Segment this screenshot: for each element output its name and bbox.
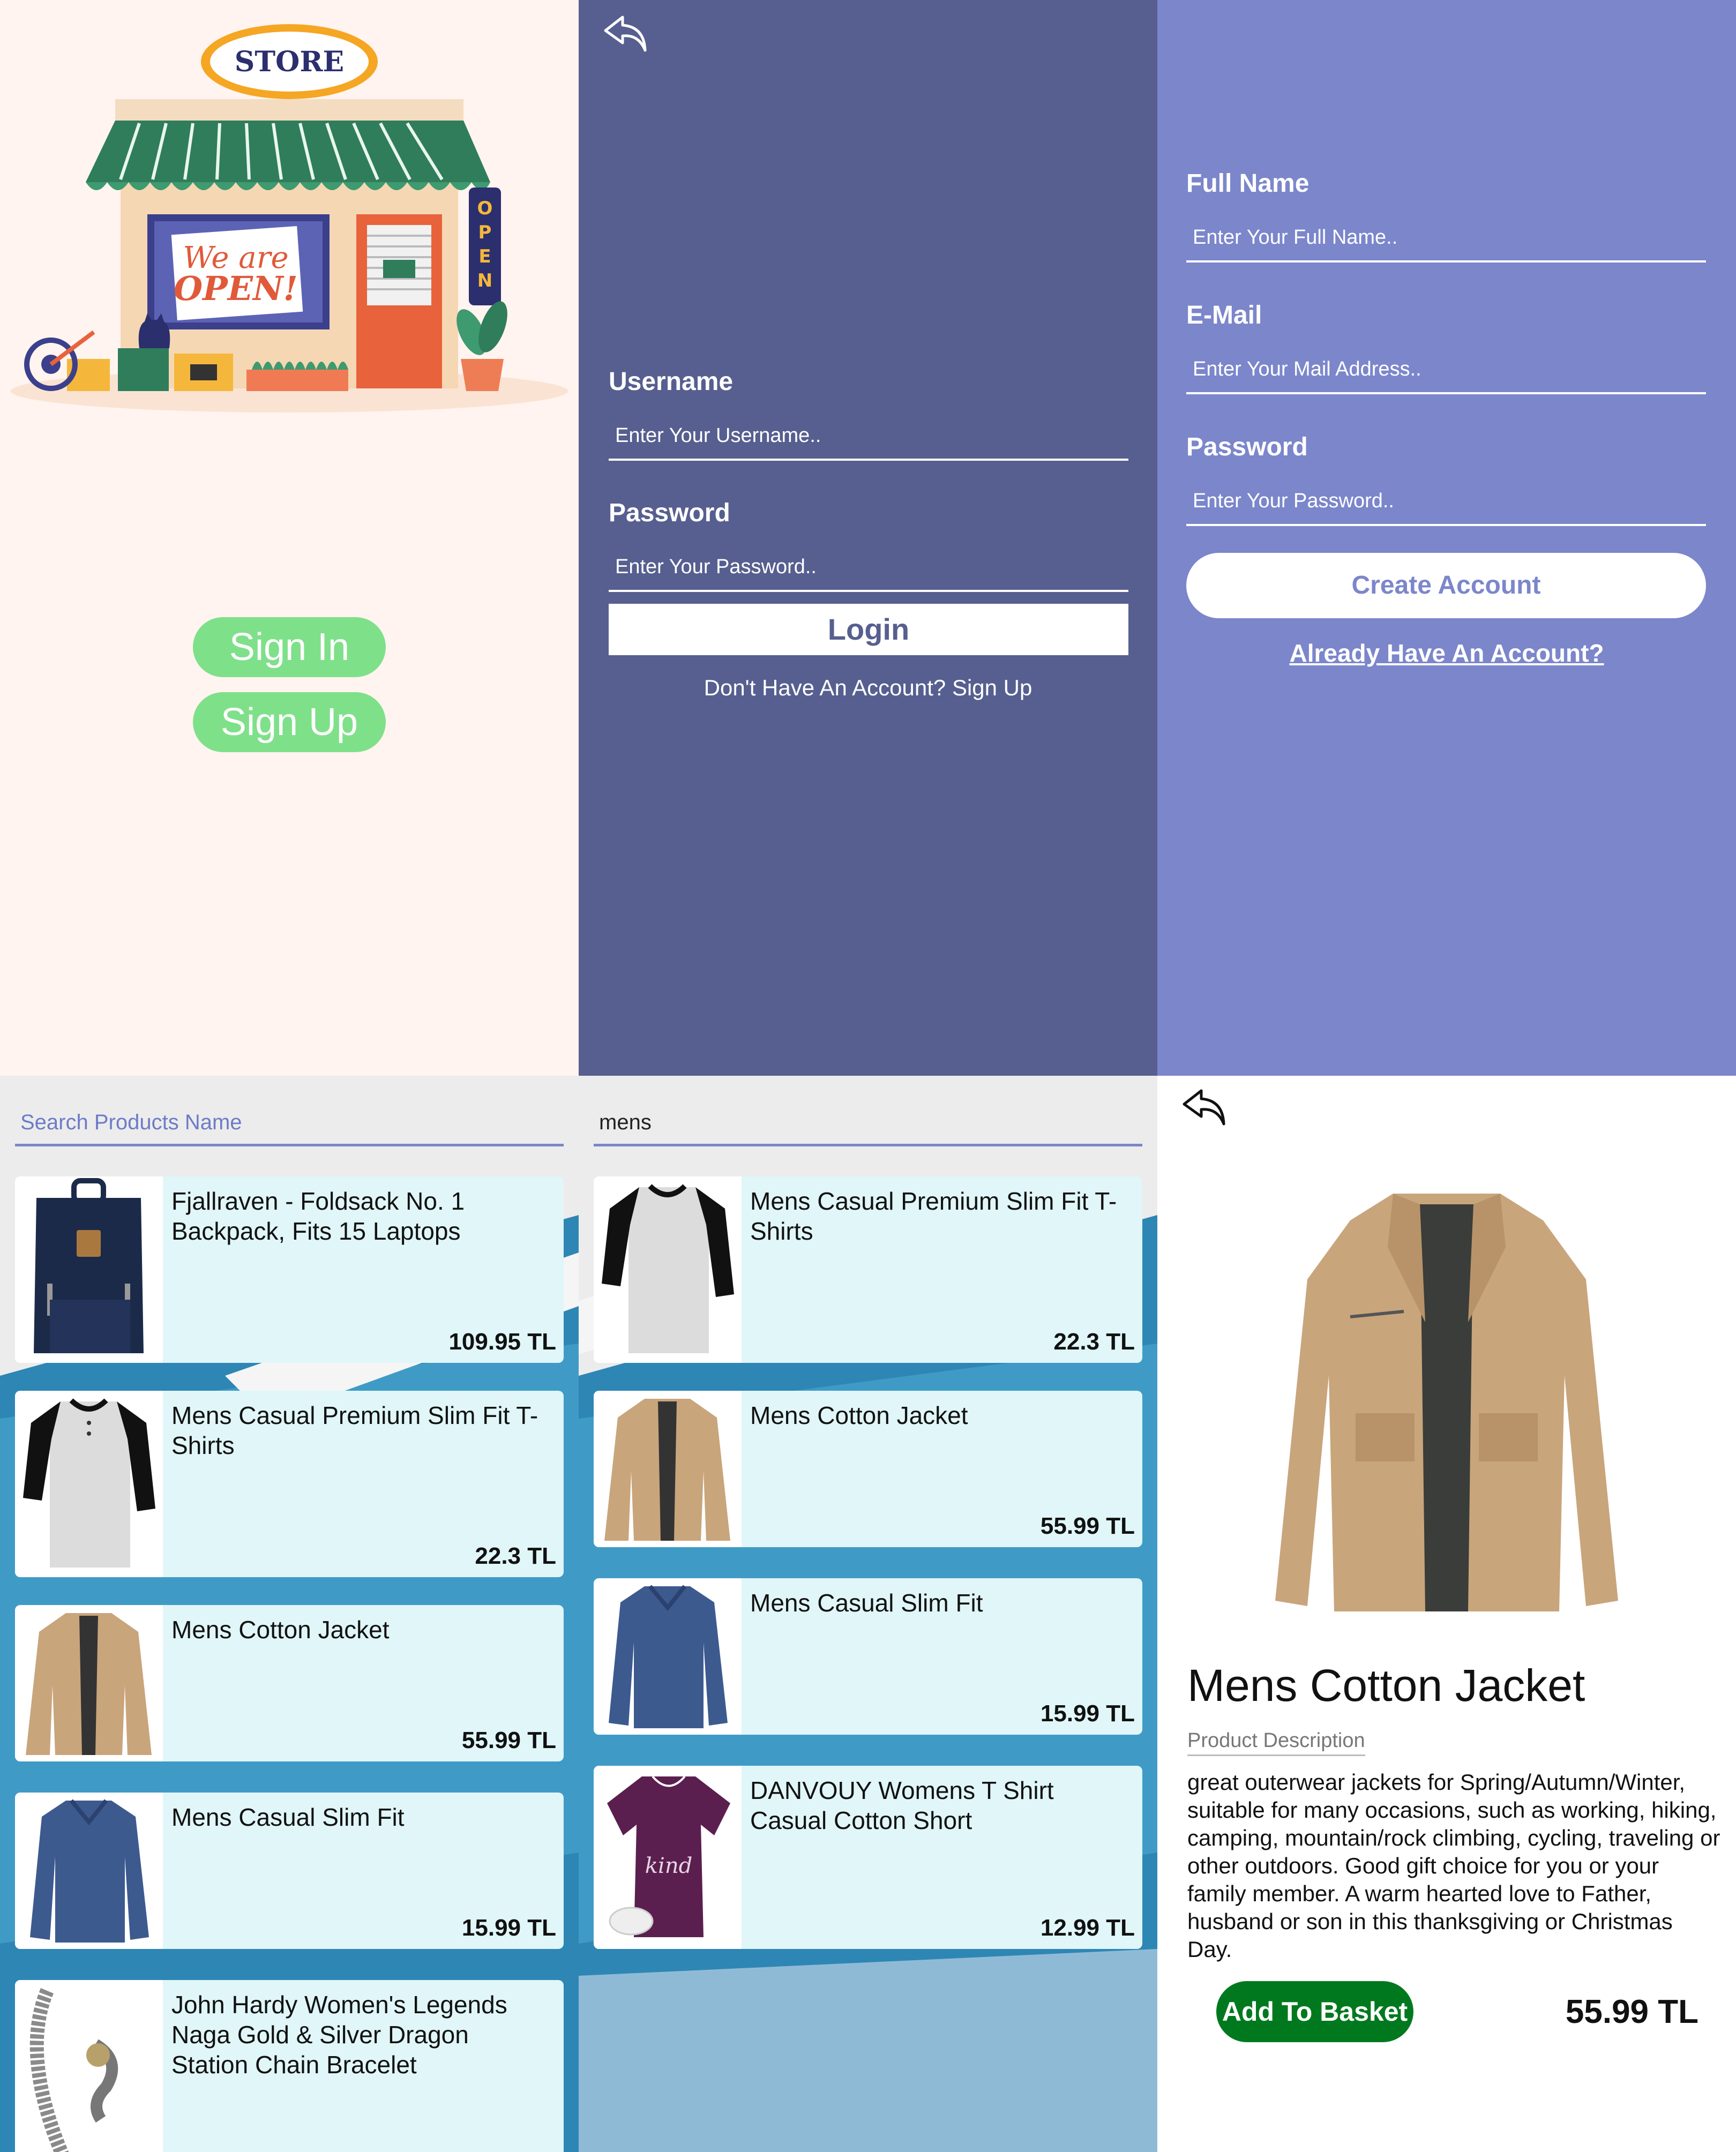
back-arrow-icon[interactable] xyxy=(601,12,649,55)
product-title: Mens Casual Slim Fit xyxy=(750,1589,983,1617)
product-card[interactable]: Mens Casual Slim Fit 15.99 TL xyxy=(15,1793,564,1949)
product-price: 55.99 TL xyxy=(461,1727,556,1753)
password-label: Password xyxy=(1186,433,1308,461)
signup-link[interactable]: Don't Have An Account? Sign Up xyxy=(579,675,1157,701)
sign-in-button[interactable]: Sign In xyxy=(193,617,386,677)
store-sign-text: STORE xyxy=(235,46,344,78)
back-arrow-icon[interactable] xyxy=(1180,1085,1228,1128)
store-illustration: We are OPEN! O P E N STORE xyxy=(11,24,568,413)
product-card[interactable]: Mens Casual Premium Slim Fit T-Shirts 22… xyxy=(15,1391,564,1577)
product-card[interactable]: Mens Cotton Jacket 55.99 TL xyxy=(594,1391,1142,1547)
product-price: 22.3 TL xyxy=(475,1543,556,1569)
product-card[interactable]: kind DANVOUY Womens T Shirt Casual Cotto… xyxy=(594,1766,1142,1949)
sign-up-button[interactable]: Sign Up xyxy=(193,692,386,752)
login-screen: Username Password Login Don't Have An Ac… xyxy=(579,0,1157,1076)
create-account-button[interactable]: Create Account xyxy=(1186,553,1706,618)
product-card[interactable]: Mens Casual Premium Slim Fit T-Shirts 22… xyxy=(594,1176,1142,1363)
username-label: Username xyxy=(609,368,734,396)
product-title: DANVOUY Womens T Shirt Casual Cotton Sho… xyxy=(750,1776,1054,1834)
fullname-input[interactable] xyxy=(1186,214,1706,263)
svg-text:O: O xyxy=(477,198,493,219)
product-card[interactable]: Mens Cotton Jacket 55.99 TL xyxy=(15,1605,564,1761)
svg-text:E: E xyxy=(478,246,491,267)
svg-text:N: N xyxy=(477,270,492,291)
product-card[interactable]: Fjallraven - Foldsack No. 1 Backpack, Fi… xyxy=(15,1176,564,1363)
product-title: Mens Casual Premium Slim Fit T-Shirts xyxy=(750,1187,1117,1245)
username-input[interactable] xyxy=(609,413,1128,461)
blue-shirt-thumbnail xyxy=(15,1793,163,1949)
add-to-basket-button[interactable]: Add To Basket xyxy=(1216,1981,1413,2042)
product-price: 22.3 TL xyxy=(1053,1329,1135,1355)
welcome-screen: We are OPEN! O P E N STORE Sign In Sign … xyxy=(0,0,579,1076)
product-title: Mens Casual Slim Fit xyxy=(171,1803,405,1831)
product-title: Fjallraven - Foldsack No. 1 Backpack, Fi… xyxy=(171,1187,465,1245)
svg-text:kind: kind xyxy=(645,1854,692,1878)
register-screen: Full Name E-Mail Password Create Account… xyxy=(1157,0,1736,1076)
description-label: Product Description xyxy=(1187,1729,1365,1756)
product-title: Mens Cotton Jacket xyxy=(750,1401,968,1429)
jacket-image xyxy=(1275,1194,1618,1611)
product-price: 55.99 TL xyxy=(1565,1993,1698,2030)
search-input[interactable]: Search Products Name xyxy=(15,1098,564,1146)
product-title: Mens Cotton Jacket xyxy=(171,1616,390,1644)
window-sign-line2: OPEN! xyxy=(174,269,298,308)
raglan-shirt-thumbnail xyxy=(15,1391,163,1577)
product-title: Mens Casual Premium Slim Fit T-Shirts xyxy=(171,1401,538,1459)
login-link[interactable]: Already Have An Account? xyxy=(1157,639,1736,668)
product-card[interactable]: Mens Casual Slim Fit 15.99 TL xyxy=(594,1578,1142,1735)
product-price: 12.99 TL xyxy=(1040,1915,1135,1941)
password-input[interactable] xyxy=(609,544,1128,592)
login-button[interactable]: Login xyxy=(609,604,1128,655)
password-label: Password xyxy=(609,499,730,527)
raglan-shirt-thumbnail xyxy=(594,1176,742,1363)
product-price: 109.95 TL xyxy=(448,1329,556,1355)
product-description: great outerwear jackets for Spring/Autum… xyxy=(1187,1769,1720,1962)
backpack-thumbnail xyxy=(15,1176,163,1363)
purple-shirt-thumbnail: kind xyxy=(594,1766,742,1949)
search-results-screen: mens Mens Casual Premium Slim Fit T-Shir… xyxy=(579,1076,1157,2152)
password-input[interactable] xyxy=(1186,478,1706,526)
email-input[interactable] xyxy=(1186,346,1706,394)
fullname-label: Full Name xyxy=(1186,169,1310,198)
product-price: 55.99 TL xyxy=(1040,1513,1135,1539)
bracelet-thumbnail xyxy=(15,1980,163,2152)
jacket-thumbnail xyxy=(15,1605,163,1761)
product-title: Mens Cotton Jacket xyxy=(1187,1660,1585,1711)
svg-text:P: P xyxy=(478,222,492,243)
jacket-thumbnail xyxy=(594,1391,742,1547)
product-detail-screen: Mens Cotton Jacket Product Description g… xyxy=(1157,1076,1736,2152)
product-price: 15.99 TL xyxy=(1040,1700,1135,1727)
search-input[interactable]: mens xyxy=(594,1098,1142,1146)
product-price: 15.99 TL xyxy=(461,1915,556,1941)
product-list-screen: Search Products Name Fjallraven - Foldsa… xyxy=(0,1076,579,2152)
blue-shirt-thumbnail xyxy=(594,1578,742,1735)
email-label: E-Mail xyxy=(1186,301,1262,329)
product-title: John Hardy Women's Legends Naga Gold & S… xyxy=(171,1991,507,2079)
product-card[interactable]: John Hardy Women's Legends Naga Gold & S… xyxy=(15,1980,564,2152)
